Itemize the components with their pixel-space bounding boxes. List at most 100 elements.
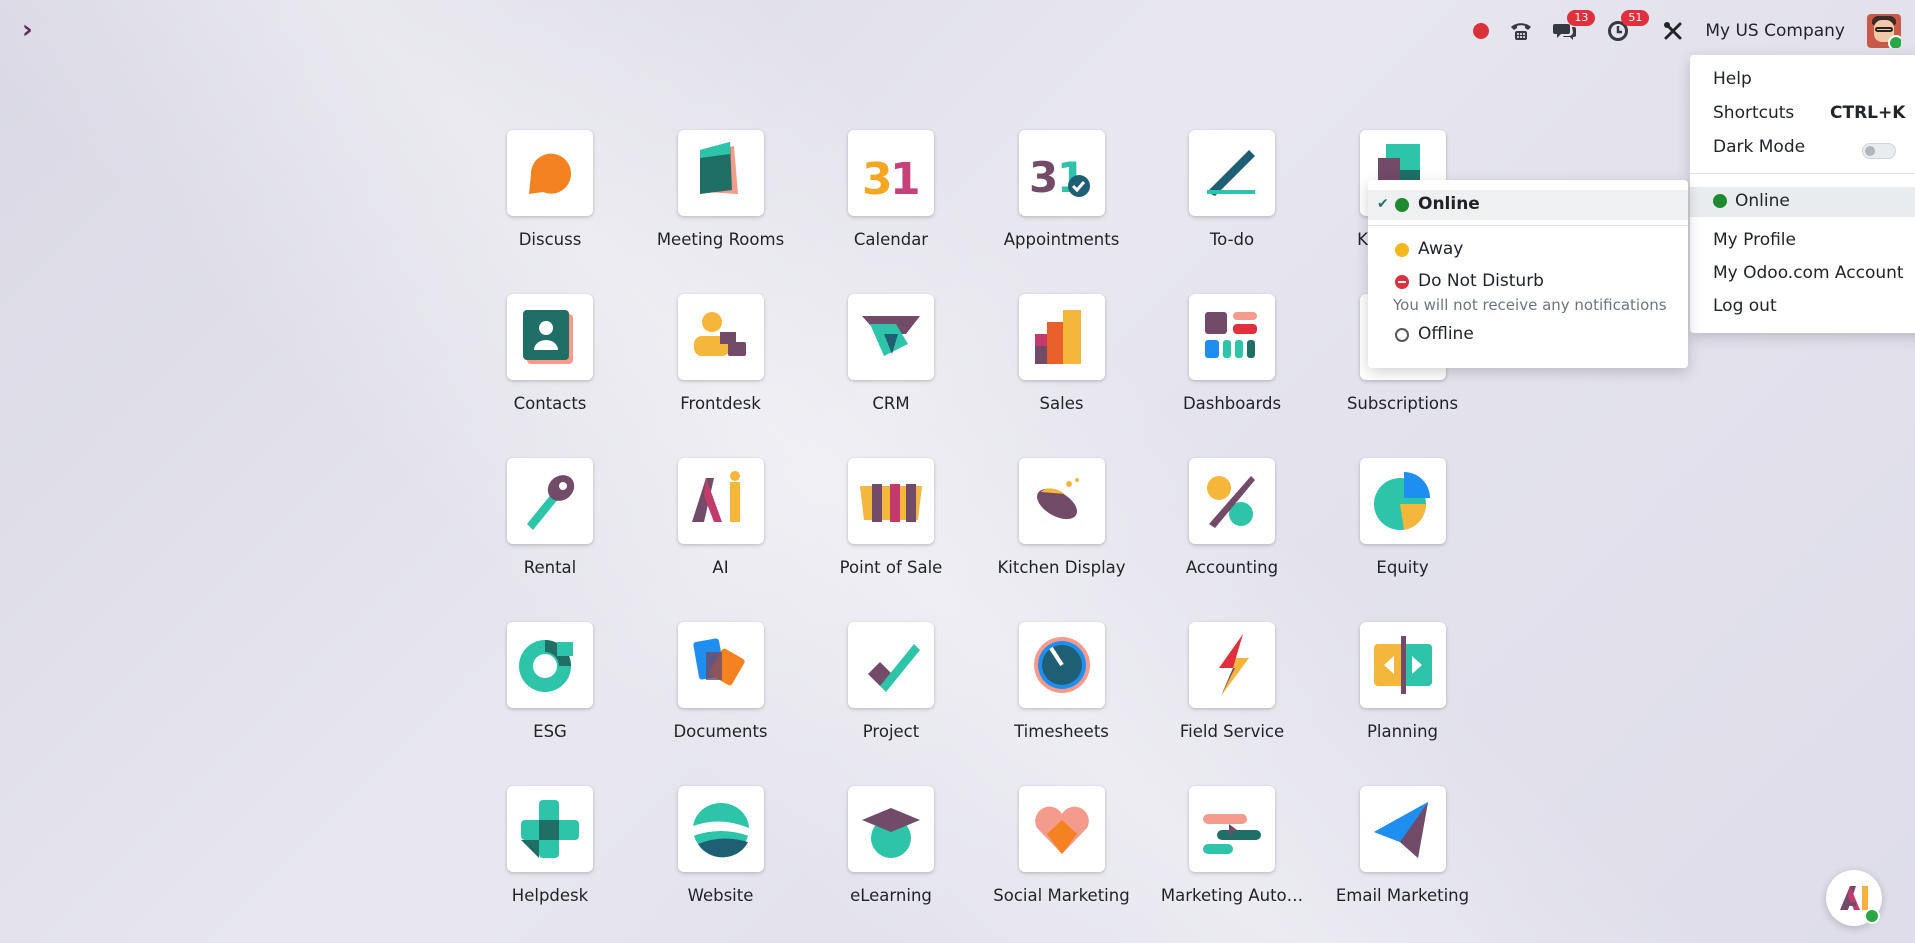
- app-accounting[interactable]: Accounting: [1147, 458, 1317, 577]
- app-label: Timesheets: [1014, 722, 1109, 741]
- online-status-dot: [1888, 35, 1901, 48]
- status-away[interactable]: Away: [1368, 235, 1688, 265]
- app-tile: [1018, 622, 1105, 708]
- app-sales[interactable]: Sales: [977, 294, 1147, 413]
- activity-button[interactable]: 51: [1607, 10, 1650, 42]
- sidebar-chevron-icon[interactable]: ›: [22, 17, 46, 43]
- crm-icon: [862, 316, 920, 356]
- app-field-service[interactable]: Field Service: [1147, 622, 1317, 741]
- todo-icon: [1207, 150, 1255, 196]
- online-dot-icon: [1713, 194, 1727, 208]
- app-tile: [848, 622, 934, 708]
- menu-item-odoo-account[interactable]: My Odoo.com Account: [1713, 263, 1904, 283]
- app-contacts[interactable]: Contacts: [465, 294, 635, 413]
- app-helpdesk[interactable]: Helpdesk: [465, 786, 635, 905]
- menu-item-help[interactable]: Help: [1713, 69, 1752, 89]
- app-calendar[interactable]: 3 1 Calendar: [806, 130, 976, 249]
- frontdesk-icon: [693, 312, 746, 356]
- marketing-automation-icon: [1203, 814, 1261, 854]
- messaging-button[interactable]: 13: [1553, 10, 1596, 42]
- app-tile: [677, 130, 764, 216]
- app-label: Kitchen Display: [997, 558, 1126, 577]
- rental-icon: [527, 475, 575, 530]
- app-label: Dashboards: [1182, 394, 1282, 413]
- app-appointments[interactable]: 3 1 Appointments: [977, 130, 1147, 249]
- app-email-marketing[interactable]: Email Marketing: [1318, 786, 1488, 905]
- app-tile: [1189, 622, 1275, 708]
- status-divider: [1368, 225, 1688, 226]
- ai-assistant-button[interactable]: [1826, 870, 1882, 926]
- tools-button[interactable]: [1663, 21, 1683, 41]
- status-offline[interactable]: Offline: [1368, 320, 1688, 350]
- app-marketing-automation[interactable]: Marketing Auto…: [1147, 786, 1317, 905]
- app-tile: [677, 786, 764, 872]
- app-documents[interactable]: Documents: [636, 622, 806, 741]
- systray: 13 51 My US Company: [1453, 10, 1901, 50]
- app-label: Social Marketing: [993, 886, 1130, 905]
- app-tile: [507, 130, 593, 216]
- app-website[interactable]: Website: [636, 786, 806, 905]
- company-switcher[interactable]: My US Company: [1705, 21, 1845, 41]
- app-tile: [677, 622, 764, 708]
- activity-badge: 51: [1621, 10, 1650, 26]
- menu-divider: [1690, 173, 1915, 174]
- app-meeting-rooms[interactable]: Meeting Rooms: [636, 130, 806, 249]
- app-label: Sales: [1039, 394, 1084, 413]
- dashboards-icon: [1205, 312, 1257, 358]
- menu-item-my-profile[interactable]: My Profile: [1713, 230, 1796, 250]
- app-elearning[interactable]: eLearning: [806, 786, 976, 905]
- app-tile: 31: [1018, 130, 1105, 216]
- app-tile: [1189, 130, 1275, 216]
- ai-status-dot: [1864, 908, 1880, 924]
- meeting-rooms-icon: [699, 142, 738, 194]
- app-timesheets[interactable]: Timesheets: [977, 622, 1147, 741]
- shortcut-key: CTRL+K: [1830, 103, 1906, 123]
- menu-item-logout[interactable]: Log out: [1713, 296, 1777, 316]
- status-online[interactable]: ✔ Online: [1368, 190, 1688, 220]
- app-dashboards[interactable]: Dashboards: [1147, 294, 1317, 413]
- menu-item-status[interactable]: Online: [1690, 187, 1915, 217]
- menu-item-dark-mode[interactable]: Dark Mode: [1713, 137, 1805, 157]
- app-ai[interactable]: AI: [636, 458, 806, 577]
- app-label: AI: [712, 558, 729, 577]
- app-tile: [1018, 458, 1105, 544]
- app-kitchen-display[interactable]: Kitchen Display: [977, 458, 1147, 577]
- app-label: eLearning: [850, 886, 932, 905]
- app-label: Meeting Rooms: [656, 230, 785, 249]
- app-project[interactable]: Project: [806, 622, 976, 741]
- app-esg[interactable]: ESG: [465, 622, 635, 741]
- app-tile: [1189, 458, 1275, 544]
- app-frontdesk[interactable]: Frontdesk: [636, 294, 806, 413]
- app-tile: [1018, 294, 1105, 380]
- app-equity[interactable]: Equity: [1318, 458, 1488, 577]
- user-dropdown-menu: Help Shortcuts CTRL+K Dark Mode Online M…: [1690, 55, 1915, 333]
- menu-item-shortcuts[interactable]: Shortcuts: [1713, 103, 1794, 123]
- app-tile: [1359, 458, 1446, 544]
- app-tile: [507, 622, 593, 708]
- app-rental[interactable]: Rental: [465, 458, 635, 577]
- app-pos[interactable]: Point of Sale: [806, 458, 976, 577]
- helpdesk-icon: [521, 800, 579, 858]
- phone-icon: [1511, 23, 1532, 40]
- app-label: Project: [862, 722, 920, 741]
- app-crm[interactable]: CRM: [806, 294, 976, 413]
- recording-indicator[interactable]: [1473, 23, 1490, 39]
- app-social-marketing[interactable]: Social Marketing: [977, 786, 1147, 905]
- dark-mode-toggle[interactable]: [1862, 143, 1896, 159]
- recording-dot-icon: [1473, 23, 1490, 39]
- phone-button[interactable]: [1509, 20, 1533, 42]
- app-label: ESG: [533, 722, 567, 741]
- app-todo[interactable]: To-do: [1147, 130, 1317, 249]
- status-do-not-disturb[interactable]: Do Not Disturb You will not receive any …: [1368, 267, 1688, 314]
- app-tile: [507, 786, 593, 872]
- ai-icon: [691, 471, 740, 522]
- app-label: Discuss: [518, 230, 582, 249]
- offline-circle-icon: [1395, 328, 1409, 342]
- app-tile: [507, 458, 593, 544]
- avatar[interactable]: [1867, 14, 1901, 48]
- app-discuss[interactable]: Discuss: [465, 130, 635, 249]
- app-planning[interactable]: Planning: [1318, 622, 1488, 741]
- app-label: Marketing Auto…: [1160, 886, 1304, 905]
- app-label: Contacts: [513, 394, 587, 413]
- app-label: Frontdesk: [680, 394, 761, 413]
